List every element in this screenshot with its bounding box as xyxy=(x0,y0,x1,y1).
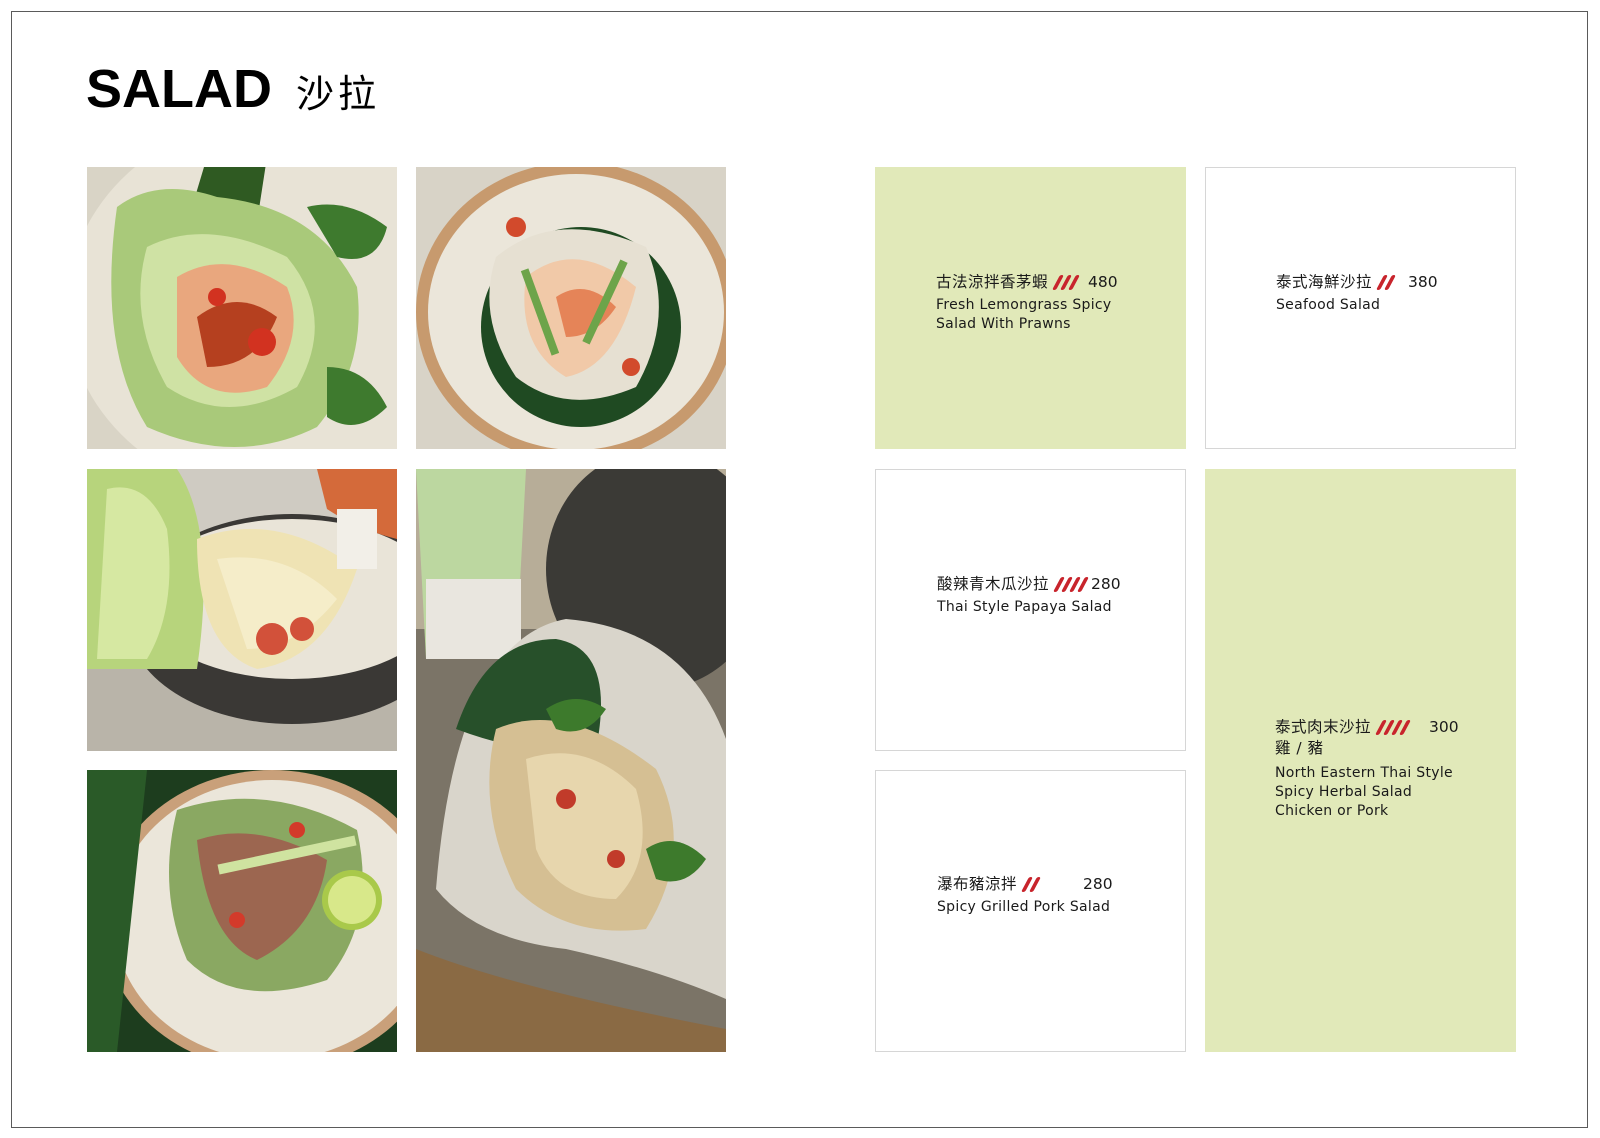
item-name-zh: 瀑布豬涼拌 xyxy=(937,875,1018,893)
photo-grilled-pork-salad xyxy=(87,770,397,1052)
menu-item: 酸辣青木瓜沙拉 280 Thai Style Papaya Salad xyxy=(937,575,1121,617)
chili-icon xyxy=(1376,275,1397,291)
item-name-en-line1: North Eastern Thai Style xyxy=(1275,765,1453,781)
item-name-zh: 泰式肉末沙拉 xyxy=(1275,718,1372,736)
item-price: 280 xyxy=(1083,875,1113,893)
menu-card-papaya-salad: 酸辣青木瓜沙拉 280 Thai Style Papaya Salad xyxy=(875,469,1186,751)
item-name-zh: 古法涼拌香茅蝦 xyxy=(936,273,1049,291)
menu-item: 瀑布豬涼拌 280 Spicy Grilled Pork Salad xyxy=(937,875,1113,917)
item-price: 480 xyxy=(1088,273,1118,291)
item-name-zh: 酸辣青木瓜沙拉 xyxy=(937,575,1050,593)
menu-card-lemongrass-prawn: 古法涼拌香茅蝦 480 Fresh Lemongrass Spicy Salad… xyxy=(875,167,1186,449)
item-name-en-line1: Fresh Lemongrass Spicy xyxy=(936,297,1112,313)
item-name-en-line1: Spicy Grilled Pork Salad xyxy=(937,899,1111,915)
item-option-zh: 雞 / 豬 xyxy=(1275,739,1324,757)
item-name-en-line3: Chicken or Pork xyxy=(1275,803,1389,819)
title-english: SALAD xyxy=(86,59,272,119)
menu-card-seafood-salad: 泰式海鮮沙拉 380 Seafood Salad xyxy=(1205,167,1516,449)
title-chinese: 沙拉 xyxy=(296,72,381,116)
chili-icon xyxy=(1021,877,1042,893)
menu-card-grilled-pork: 瀑布豬涼拌 280 Spicy Grilled Pork Salad xyxy=(875,770,1186,1052)
item-name-zh: 泰式海鮮沙拉 xyxy=(1276,273,1373,291)
item-name-en-line2: Spicy Herbal Salad xyxy=(1275,784,1413,800)
menu-item: 泰式肉末沙拉 300 雞 / 豬 North Eastern Thai Styl… xyxy=(1275,718,1459,821)
chili-icon xyxy=(1375,720,1412,736)
photo-lemongrass-prawn-salad xyxy=(87,167,397,449)
menu-item: 泰式海鮮沙拉 380 Seafood Salad xyxy=(1276,273,1438,315)
photo-herbal-salad xyxy=(416,469,726,1052)
item-price: 280 xyxy=(1091,575,1121,593)
menu-card-herbal-salad: 泰式肉末沙拉 300 雞 / 豬 North Eastern Thai Styl… xyxy=(1205,469,1516,1052)
item-name-en-line2: Salad With Prawns xyxy=(936,316,1071,332)
photo-papaya-salad xyxy=(87,469,397,751)
item-price: 300 xyxy=(1429,718,1459,736)
menu-item: 古法涼拌香茅蝦 480 Fresh Lemongrass Spicy Salad… xyxy=(936,273,1118,334)
page-title: SALAD 沙拉 xyxy=(86,58,380,120)
item-name-en-line1: Thai Style Papaya Salad xyxy=(937,599,1112,615)
item-name-en-line1: Seafood Salad xyxy=(1276,297,1381,313)
chili-icon xyxy=(1053,577,1090,593)
photo-seafood-salad xyxy=(416,167,726,449)
item-price: 380 xyxy=(1408,273,1438,291)
chili-icon xyxy=(1052,275,1081,291)
